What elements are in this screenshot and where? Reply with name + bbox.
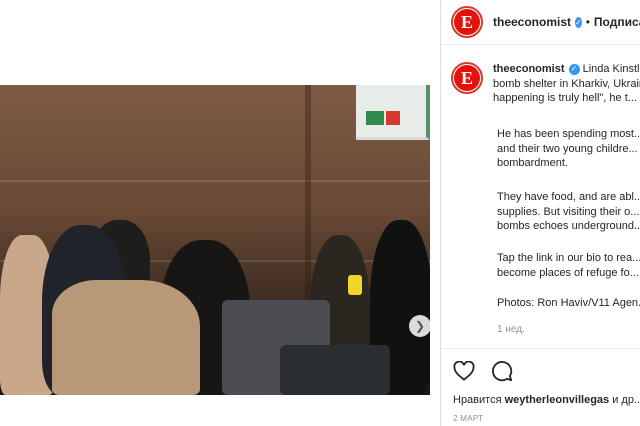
post-photo: ❯ [0,85,430,395]
heart-icon [453,360,475,381]
verified-badge-icon: ✓ [575,16,582,28]
like-button[interactable] [453,360,475,381]
post-time[interactable]: 1 нед. [497,324,525,335]
caption-username[interactable]: theeconomist [493,63,565,75]
caption-line: and their two young childre... [497,142,638,155]
caption-paragraph: Photos: Ron Haviv/V11 Agen... [497,296,640,311]
post-media: ❯ [0,0,440,426]
caption-line: bombardment. [497,157,568,169]
likes-summary: Нравится weytherleonvillegas и др... [453,394,640,406]
chevron-right-icon: ❯ [414,319,426,333]
caption-line: Photos: Ron Haviv/V11 Agen... [497,297,640,309]
comment-button[interactable] [491,360,513,382]
caption-text: theeconomist✓ Linda Kinstler... bomb she… [493,62,640,106]
next-photo-button[interactable]: ❯ [409,315,430,337]
caption-line: happening is truly hell", he t... [493,92,637,104]
likes-prefix: Нравится [453,394,502,406]
caption-line: bomb shelter in Kharkiv, Ukraine... [493,77,640,90]
caption: E theeconomist✓ Linda Kinstler... bomb s… [451,62,640,106]
comment-icon [492,360,513,381]
avatar[interactable]: E [451,62,483,94]
post-date: 2 МАРТ [453,414,484,423]
fire-extinguisher-box [356,85,430,140]
wall-seam [0,180,430,182]
backpack [280,345,390,395]
caption-line: bombs echoes underground... [497,220,640,232]
avatar[interactable]: E [451,6,483,38]
post-panel: E theeconomist ✓ • Подписаться E theecon… [440,0,640,426]
post-header: E theeconomist ✓ • Подписаться [441,0,640,45]
caption-line: supplies. But visiting their o... [497,205,640,218]
caption-paragraph: They have food, and are abl... supplies.… [497,190,640,234]
likes-user-link[interactable]: weytherleonvillegas [505,394,610,406]
caption-line: They have food, and are abl... [497,191,640,203]
separator-dot: • [585,15,590,29]
phone [348,275,362,295]
caption-line: He has been spending most... [497,128,640,140]
likes-suffix[interactable]: и др... [612,394,640,406]
caption-line: Tap the link in our bio to rea... [497,252,640,264]
avatar-logo: E [454,65,480,91]
avatar-logo: E [454,9,480,35]
caption-paragraph: He has been spending most... and their t… [497,127,640,171]
verified-badge-icon: ✓ [568,63,580,75]
caption-paragraph: Tap the link in our bio to rea... become… [497,251,640,280]
fire-sign [386,111,400,125]
blanket [52,280,200,395]
caption-line: become places of refuge fo... [497,266,639,279]
exit-sign [366,111,384,125]
caption-line: Linda Kinstler... [582,63,640,75]
username-link[interactable]: theeconomist [493,15,571,29]
action-bar [441,348,640,392]
follow-button[interactable]: Подписаться [594,15,640,29]
